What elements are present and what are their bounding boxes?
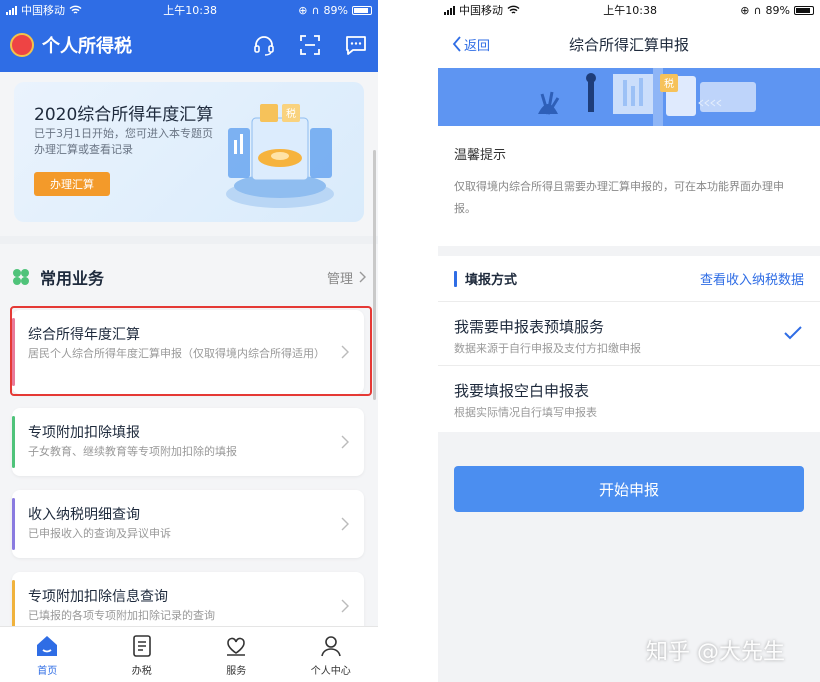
service-card-title: 专项附加扣除信息查询 — [28, 589, 168, 605]
tax-emblem-logo — [10, 33, 34, 57]
back-button[interactable]: 返回 — [452, 35, 490, 54]
battery-percent: 89% — [323, 3, 348, 17]
section-divider — [0, 236, 378, 244]
checkmark-icon — [784, 326, 802, 340]
app-title: 个人所得税 — [42, 36, 132, 57]
tips-body: 仅取得境内综合所得且需要办理汇算申报的，可在本功能界面办理申报。 — [454, 180, 784, 215]
battery-percent: 89% — [765, 3, 790, 17]
status-time: 上午10:38 — [163, 4, 217, 17]
banner-illustration: 税 — [226, 104, 334, 208]
card-accent-bar — [12, 580, 15, 632]
red-highlight-box — [10, 306, 372, 396]
service-card-title: 专项附加扣除填报 — [28, 425, 140, 441]
banner-title: 2020综合所得年度汇算 — [34, 105, 214, 125]
wifi-icon — [69, 5, 82, 14]
chevron-right-icon — [341, 435, 349, 449]
bottom-tab-bar: 首页 办税 服务 个人中心 — [0, 626, 378, 682]
filing-method-section: 填报方式 查看收入纳税数据 我需要申报表预填服务 数据来源于自行申报及支付方扣缴… — [438, 256, 820, 432]
battery-icon — [352, 5, 372, 15]
back-label: 返回 — [464, 38, 491, 54]
common-services-title: 常用业务 — [40, 269, 105, 288]
service-card-income-query[interactable]: 收入纳税明细查询 已申报收入的查询及异议申诉 — [12, 490, 364, 558]
headphone-status-icon: ∩ — [753, 3, 762, 17]
zhihu-watermark: 知乎 @大先生 — [646, 640, 785, 665]
service-card-desc: 子女教育、继续教育等专项附加扣除的填报 — [28, 445, 237, 458]
app-header: 中国移动 上午10:38 ⊕ ∩ 89% 个人所得税 — [0, 0, 378, 72]
scrollbar[interactable] — [373, 150, 376, 400]
signal-icon — [6, 5, 17, 15]
option-prefill-service[interactable]: 我需要申报表预填服务 数据来源于自行申报及支付方扣缴申报 — [438, 302, 820, 366]
banner-tax-tag: 税 — [286, 107, 296, 120]
card-accent-bar — [12, 498, 15, 550]
carrier-label: 中国移动 — [459, 4, 503, 17]
service-card-special-deduction[interactable]: 专项附加扣除填报 子女教育、继续教育等专项附加扣除的填报 — [12, 408, 364, 476]
status-bar: 中国移动 上午10:38 ⊕ ∩ 89% — [438, 0, 820, 20]
message-icon[interactable] — [344, 33, 368, 57]
left-phone-screen: 中国移动 上午10:38 ⊕ ∩ 89% 个人所得税 2020综合所得年度汇算 … — [0, 0, 378, 682]
tab-personal-center[interactable]: 个人中心 — [284, 627, 379, 682]
tab-tax[interactable]: 办税 — [95, 627, 190, 682]
option-desc: 数据来源于自行申报及支付方扣缴申报 — [454, 342, 641, 355]
service-card-title: 收入纳税明细查询 — [28, 507, 140, 523]
navigation-bar: 返回 综合所得汇算申报 — [438, 20, 820, 68]
card-accent-bar — [12, 416, 15, 468]
page-title: 综合所得汇算申报 — [568, 35, 689, 54]
option-blank-form[interactable]: 我要填报空白申报表 根据实际情况自行填写申报表 — [438, 366, 820, 430]
manage-label: 管理 — [326, 271, 353, 287]
status-time: 上午10:38 — [603, 4, 657, 17]
tips-section: 温馨提示 仅取得境内综合所得且需要办理汇算申报的，可在本功能界面办理申报。 — [438, 126, 820, 246]
option-title: 我需要申报表预填服务 — [454, 318, 605, 336]
home-icon — [37, 635, 58, 656]
tab-label: 个人中心 — [310, 665, 351, 677]
view-income-data-link[interactable]: 查看收入纳税数据 — [700, 269, 804, 288]
right-phone-screen: 中国移动 上午10:38 ⊕ ∩ 89% 返回 综合所得汇算申报 税 温馨提示 … — [438, 0, 820, 682]
heart-hand-icon — [227, 637, 246, 656]
status-bar: 中国移动 上午10:38 ⊕ ∩ 89% — [0, 0, 378, 20]
headphone-status-icon: ∩ — [311, 3, 320, 17]
tab-label: 首页 — [37, 665, 58, 677]
chevron-right-icon — [359, 271, 366, 283]
signal-icon — [444, 5, 455, 15]
document-icon — [132, 634, 151, 657]
wifi-icon — [507, 5, 520, 14]
common-services-header: 常用业务 管理 — [12, 262, 366, 292]
scan-icon[interactable] — [298, 33, 322, 57]
filing-method-title: 填报方式 — [465, 273, 518, 288]
lock-rotation-icon: ⊕ — [298, 3, 308, 17]
handle-settlement-button[interactable]: 办理汇算 — [34, 172, 110, 196]
hero-illustration: 税 — [438, 68, 820, 126]
chevron-left-icon — [452, 36, 461, 52]
option-desc: 根据实际情况自行填写申报表 — [454, 406, 597, 419]
banner-description: 已于3月1日开始，您可进入本专题页办理汇算或查看记录 — [34, 127, 213, 156]
tab-service[interactable]: 服务 — [189, 627, 284, 682]
tips-title: 温馨提示 — [454, 148, 507, 163]
filing-method-header: 填报方式 查看收入纳税数据 — [438, 256, 820, 302]
clover-icon — [13, 269, 29, 285]
section-accent-bar — [454, 270, 457, 287]
tab-home[interactable]: 首页 — [0, 627, 95, 682]
manage-link[interactable]: 管理 — [327, 268, 366, 287]
chevron-right-icon — [341, 517, 349, 531]
user-icon — [320, 635, 341, 656]
start-filing-button[interactable]: 开始申报 — [454, 466, 804, 512]
customer-service-icon[interactable] — [252, 33, 276, 57]
lock-rotation-icon: ⊕ — [740, 3, 750, 17]
carrier-label: 中国移动 — [21, 4, 65, 17]
service-card-desc: 已申报收入的查询及异议申诉 — [28, 527, 171, 540]
tab-label: 服务 — [226, 665, 247, 677]
hero-tax-tag: 税 — [664, 77, 674, 90]
battery-icon — [794, 5, 814, 15]
option-title: 我要填报空白申报表 — [454, 382, 590, 400]
tab-label: 办税 — [131, 665, 152, 677]
service-card-desc: 已填报的各项专项附加扣除记录的查询 — [28, 609, 215, 622]
chevron-right-icon — [341, 599, 349, 613]
annual-settlement-banner[interactable]: 2020综合所得年度汇算 已于3月1日开始，您可进入本专题页办理汇算或查看记录 … — [14, 82, 364, 222]
